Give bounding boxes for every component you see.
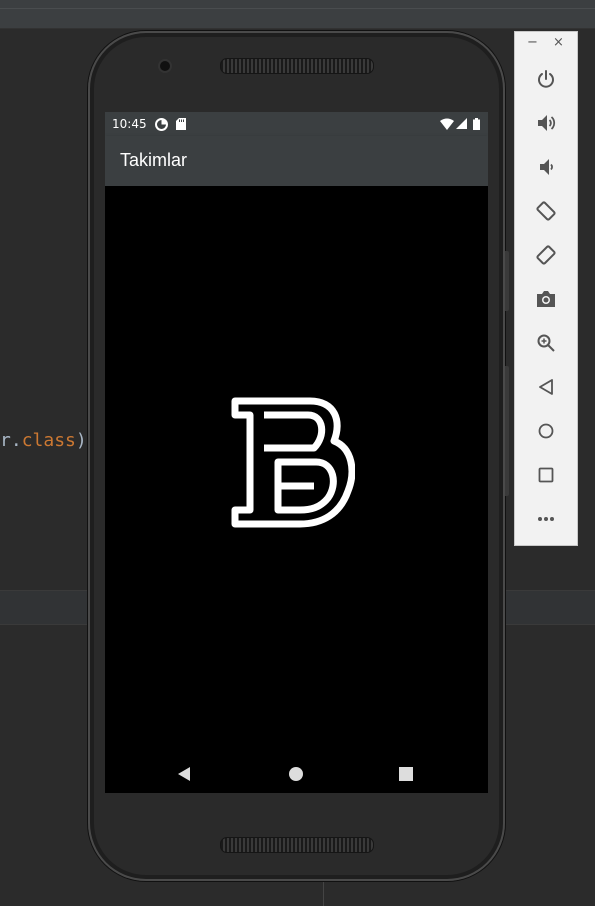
navigation-bar xyxy=(105,754,488,793)
status-bar: 10:45 xyxy=(105,112,488,136)
volume-up-icon[interactable] xyxy=(533,110,559,136)
camera-icon[interactable] xyxy=(533,286,559,312)
sd-card-icon xyxy=(176,118,186,133)
code-keyword: class xyxy=(21,430,76,451)
code-prefix: r. xyxy=(0,430,22,451)
ide-tab-divider xyxy=(0,8,595,9)
app-bar-title: Takimlar xyxy=(120,150,188,170)
nav-recents-icon[interactable] xyxy=(396,764,416,784)
status-time: 10:45 xyxy=(112,117,147,131)
signal-icon xyxy=(456,118,467,132)
zoom-icon[interactable] xyxy=(533,330,559,356)
nav-back-icon[interactable] xyxy=(174,764,194,784)
bottom-speaker-grille xyxy=(220,837,374,853)
battery-icon xyxy=(473,118,480,133)
volume-down-icon[interactable] xyxy=(533,154,559,180)
code-suffix: ) xyxy=(75,430,87,451)
ide-divider xyxy=(323,878,324,906)
top-speaker-grille xyxy=(220,58,374,74)
power-icon[interactable] xyxy=(533,66,559,92)
data-saver-icon xyxy=(155,118,168,134)
device-screen[interactable]: 10:45 Takimlar xyxy=(105,112,488,793)
rotate-right-icon[interactable] xyxy=(533,242,559,268)
home-icon[interactable] xyxy=(533,418,559,444)
rotate-left-icon[interactable] xyxy=(533,198,559,224)
ide-toolbar xyxy=(0,0,595,29)
back-icon[interactable] xyxy=(533,374,559,400)
front-camera-icon xyxy=(160,61,170,71)
app-bar: Takimlar xyxy=(105,136,488,186)
minimize-icon[interactable]: − xyxy=(527,36,538,50)
code-fragment: r.class) xyxy=(0,430,87,451)
letter-b-logo-icon xyxy=(230,396,356,535)
emulator-control-panel: − × xyxy=(514,31,578,546)
side-button xyxy=(505,366,509,496)
panel-title-bar: − × xyxy=(515,32,577,56)
side-button xyxy=(505,251,509,311)
more-icon[interactable] xyxy=(533,506,559,532)
splash-content xyxy=(105,186,488,754)
wifi-icon xyxy=(440,118,454,133)
close-icon[interactable]: × xyxy=(553,36,564,50)
nav-home-icon[interactable] xyxy=(286,764,306,784)
overview-icon[interactable] xyxy=(533,462,559,488)
emulator-phone-frame: 10:45 Takimlar xyxy=(88,31,509,881)
